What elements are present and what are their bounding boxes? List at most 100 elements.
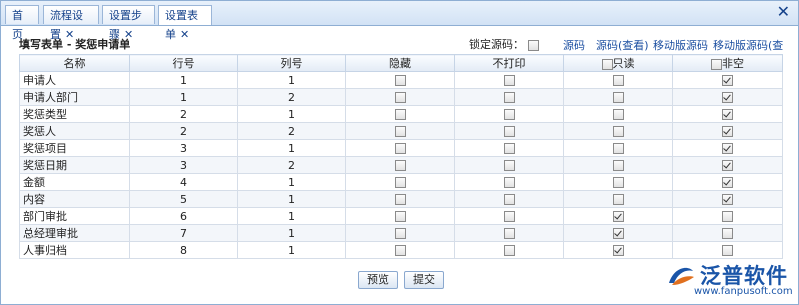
required-checkbox[interactable] (722, 228, 733, 239)
readonly-checkbox[interactable] (612, 109, 624, 120)
required-cell (672, 241, 783, 259)
readonly-cell (563, 139, 673, 157)
noprint-checkbox[interactable] (503, 92, 515, 103)
tab-step-settings[interactable]: 设置步骤 ✕ (102, 5, 155, 41)
preview-button[interactable]: 预览 (358, 271, 398, 289)
window-close-icon[interactable]: ✕ (777, 4, 790, 20)
readonly-checkbox[interactable] (612, 245, 624, 256)
table-row: 奖惩项目 3 1 (19, 139, 783, 157)
col-header-readonly: 只读 (563, 54, 673, 72)
readonly-checkbox[interactable] (612, 211, 624, 222)
noprint-cell (454, 122, 564, 140)
noprint-checkbox[interactable] (503, 194, 515, 205)
noprint-checkbox[interactable] (503, 109, 515, 120)
readonly-checkbox[interactable] (612, 92, 624, 103)
required-checkbox[interactable] (722, 211, 733, 222)
noprint-checkbox[interactable] (503, 211, 515, 222)
required-checkbox[interactable] (722, 109, 733, 120)
noprint-checkbox[interactable] (503, 228, 515, 239)
field-name-cell: 奖惩类型 (19, 105, 130, 123)
noprint-checkbox[interactable] (503, 75, 515, 86)
hidden-cell (345, 71, 455, 89)
required-cell (672, 207, 783, 225)
col-number-cell: 2 (237, 122, 346, 140)
required-checkbox[interactable] (722, 92, 733, 103)
noprint-checkbox[interactable] (503, 177, 515, 188)
readonly-checkbox[interactable] (612, 194, 624, 205)
source-link[interactable]: 源码 (563, 37, 585, 53)
readonly-cell (563, 122, 673, 140)
lock-source-checkbox[interactable] (527, 39, 539, 51)
table-row: 申请人 1 1 (19, 71, 783, 89)
required-checkbox[interactable] (722, 126, 733, 137)
noprint-checkbox[interactable] (503, 126, 515, 137)
required-checkbox[interactable] (722, 245, 733, 256)
required-checkbox[interactable] (722, 143, 733, 154)
lock-source-label: 锁定源码： (469, 38, 524, 51)
readonly-checkbox[interactable] (612, 75, 624, 86)
hidden-checkbox[interactable] (394, 75, 406, 86)
tab-workflow-settings[interactable]: 流程设置 ✕ (43, 5, 99, 41)
required-checkbox[interactable] (722, 75, 733, 86)
hidden-checkbox[interactable] (394, 160, 406, 171)
hidden-checkbox[interactable] (394, 211, 406, 222)
row-number-cell: 2 (129, 122, 238, 140)
hidden-cell (345, 207, 455, 225)
fanpusoft-logo: 泛普软件 www.fanpusoft.com (666, 257, 796, 302)
hidden-checkbox[interactable] (394, 143, 406, 154)
required-all-checkbox[interactable] (711, 58, 722, 70)
readonly-cell (563, 207, 673, 225)
col-header-required: 非空 (672, 54, 783, 72)
hidden-cell (345, 156, 455, 174)
readonly-cell (563, 105, 673, 123)
required-checkbox[interactable] (722, 160, 733, 171)
field-settings-table: 名称 行号 列号 隐藏 不打印 只读 非空 申请人 1 1 申请人部门 1 2 奖惩类型 2 1… (19, 54, 783, 259)
readonly-header-label: 只读 (612, 57, 635, 70)
readonly-checkbox[interactable] (612, 228, 624, 239)
field-name-cell: 人事归档 (19, 241, 130, 259)
readonly-checkbox[interactable] (612, 177, 624, 188)
noprint-cell (454, 139, 564, 157)
noprint-checkbox[interactable] (503, 160, 515, 171)
table-row: 奖惩日期 3 2 (19, 156, 783, 174)
hidden-checkbox[interactable] (394, 92, 406, 103)
field-name-cell: 奖惩日期 (19, 156, 130, 174)
required-checkbox[interactable] (722, 194, 733, 205)
row-number-cell: 8 (129, 241, 238, 259)
readonly-cell (563, 173, 673, 191)
readonly-cell (563, 190, 673, 208)
readonly-checkbox[interactable] (612, 126, 624, 137)
col-number-cell: 1 (237, 241, 346, 259)
noprint-cell (454, 156, 564, 174)
submit-button[interactable]: 提交 (404, 271, 444, 289)
required-header-label: 非空 (722, 57, 744, 70)
field-name-cell: 申请人 (19, 71, 130, 89)
close-icon[interactable]: ✕ (180, 28, 189, 41)
required-cell (672, 224, 783, 242)
hidden-checkbox[interactable] (394, 109, 406, 120)
noprint-checkbox[interactable] (503, 143, 515, 154)
mobile-source-link[interactable]: 移动版源码 (653, 37, 708, 53)
window-frame: 首页 流程设置 ✕ 设置步骤 ✕ 设置表单 ✕ ✕ 填写表单 - 奖惩申请单 锁定源码… (0, 0, 799, 305)
col-header-row: 行号 (129, 54, 238, 72)
row-number-cell: 3 (129, 156, 238, 174)
source-view-link[interactable]: 源码(查看) (596, 37, 649, 53)
tab-bar: 首页 流程设置 ✕ 设置步骤 ✕ 设置表单 ✕ ✕ (1, 1, 798, 41)
row-number-cell: 4 (129, 173, 238, 191)
hidden-checkbox[interactable] (394, 177, 406, 188)
required-cell (672, 71, 783, 89)
hidden-checkbox[interactable] (394, 245, 406, 256)
noprint-checkbox[interactable] (503, 245, 515, 256)
noprint-cell (454, 190, 564, 208)
tab-home[interactable]: 首页 (5, 5, 39, 41)
readonly-checkbox[interactable] (612, 143, 624, 154)
readonly-checkbox[interactable] (612, 160, 624, 171)
hidden-checkbox[interactable] (394, 228, 406, 239)
field-name-cell: 奖惩人 (19, 122, 130, 140)
tab-form-settings[interactable]: 设置表单 ✕ (158, 5, 212, 41)
hidden-cell (345, 241, 455, 259)
hidden-checkbox[interactable] (394, 194, 406, 205)
readonly-all-checkbox[interactable] (601, 58, 613, 70)
required-checkbox[interactable] (722, 177, 733, 188)
hidden-checkbox[interactable] (394, 126, 406, 137)
